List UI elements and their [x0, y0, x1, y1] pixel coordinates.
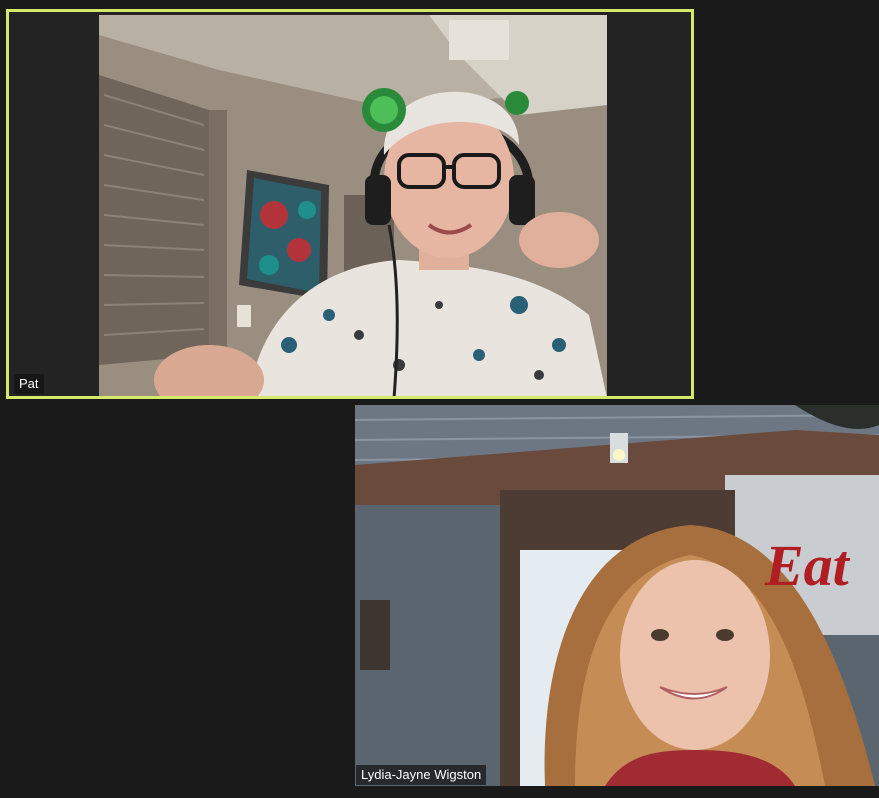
participant-tile-pat[interactable]: Pat	[6, 9, 694, 399]
video-frame-pat	[99, 15, 607, 396]
participant-tile-lydia-jayne[interactable]: Eat Lydia-Jayne Wigston	[355, 405, 879, 786]
participant-name-label: Pat	[14, 374, 44, 394]
participant-name-label: Lydia-Jayne Wigston	[356, 765, 487, 785]
video-gallery: Pat Eat Lydia-Jayne Wigston	[0, 0, 879, 798]
background-sign-text: Eat	[764, 533, 851, 598]
video-frame-lydia-jayne: Eat	[355, 405, 879, 786]
participant-video-pat	[99, 15, 607, 396]
